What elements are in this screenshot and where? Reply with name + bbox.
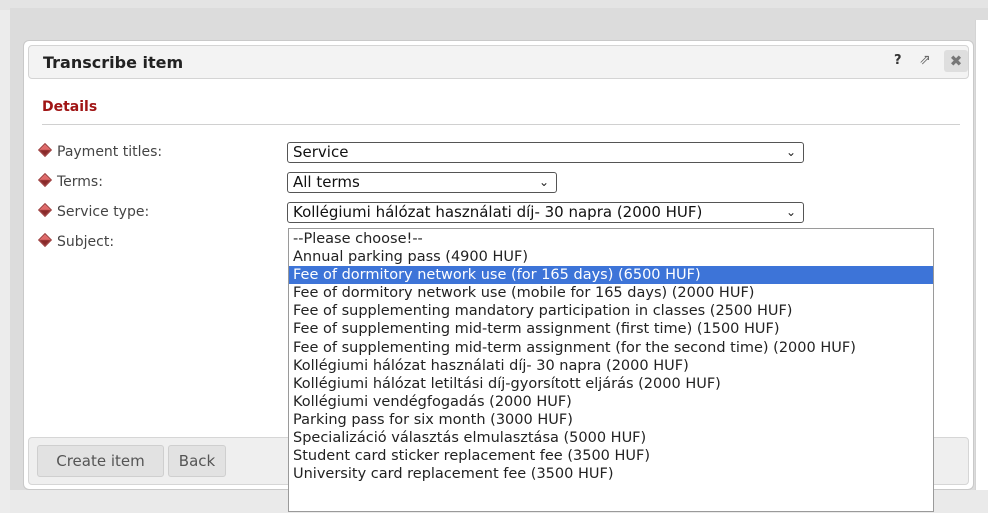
service-type-select[interactable]: Kollégiumi hálózat használati díj- 30 na… [287, 202, 804, 223]
terms-label: Terms: [37, 172, 103, 190]
diamond-icon [37, 202, 53, 218]
payment-titles-select[interactable]: Service ⌄ [287, 142, 804, 163]
dropdown-option[interactable]: Fee of dormitory network use (mobile for… [289, 284, 933, 302]
diamond-icon [37, 142, 53, 158]
chevron-down-icon: ⌄ [538, 175, 549, 189]
close-icon[interactable]: ✖ [944, 50, 968, 72]
terms-label-text: Terms: [57, 174, 103, 190]
dropdown-option[interactable]: Fee of dormitory network use (for 165 da… [289, 266, 933, 285]
dropdown-option[interactable]: Fee of supplementing mid-term assignment… [289, 320, 933, 338]
dropdown-option[interactable]: --Please choose!-- [289, 230, 933, 248]
subject-label: Subject: [37, 232, 115, 250]
diamond-icon [37, 232, 53, 248]
dropdown-option[interactable]: Parking pass for six month (3000 HUF) [289, 411, 933, 429]
background-side-panel [975, 20, 988, 513]
payment-titles-label: Payment titles: [37, 142, 163, 160]
service-type-value: Kollégiumi hálózat használati díj- 30 na… [293, 203, 703, 221]
dropdown-option[interactable]: Kollégiumi hálózat használati díj- 30 na… [289, 357, 933, 375]
subject-label-text: Subject: [57, 234, 115, 250]
chevron-down-icon: ⌄ [785, 145, 796, 159]
dropdown-option[interactable]: Specializáció választás elmulasztása (50… [289, 429, 933, 447]
terms-select[interactable]: All terms ⌄ [287, 172, 557, 193]
back-button[interactable]: Back [168, 445, 226, 477]
section-title-details: Details [42, 99, 98, 115]
popout-icon[interactable]: ⇗ [919, 52, 931, 68]
service-type-dropdown-list[interactable]: --Please choose!-- Annual parking pass (4… [288, 228, 934, 512]
dropdown-option[interactable]: University card replacement fee (3500 HU… [289, 465, 933, 483]
dropdown-option[interactable]: Student card sticker replacement fee (35… [289, 447, 933, 465]
service-type-label-text: Service type: [57, 204, 150, 220]
payment-titles-value: Service [293, 143, 349, 161]
dropdown-option[interactable]: Kollégiumi vendégfogadás (2000 HUF) [289, 393, 933, 411]
create-item-button[interactable]: Create item [37, 445, 164, 477]
diamond-icon [37, 172, 53, 188]
chevron-down-icon: ⌄ [785, 205, 796, 219]
dialog-titlebar: Transcribe item ? ⇗ ✖ [28, 45, 969, 79]
dropdown-option[interactable]: Annual parking pass (4900 HUF) [289, 248, 933, 266]
dialog-title: Transcribe item [43, 53, 184, 72]
help-icon[interactable]: ? [894, 53, 902, 68]
payment-titles-label-text: Payment titles: [57, 144, 163, 160]
dropdown-option[interactable]: Kollégiumi hálózat letiltási díj-gyorsít… [289, 375, 933, 393]
dropdown-option[interactable]: Fee of supplementing mid-term assignment… [289, 339, 933, 357]
service-type-label: Service type: [37, 202, 150, 220]
section-divider [42, 124, 960, 125]
dropdown-option[interactable]: Fee of supplementing mandatory participa… [289, 302, 933, 320]
terms-value: All terms [293, 173, 360, 191]
